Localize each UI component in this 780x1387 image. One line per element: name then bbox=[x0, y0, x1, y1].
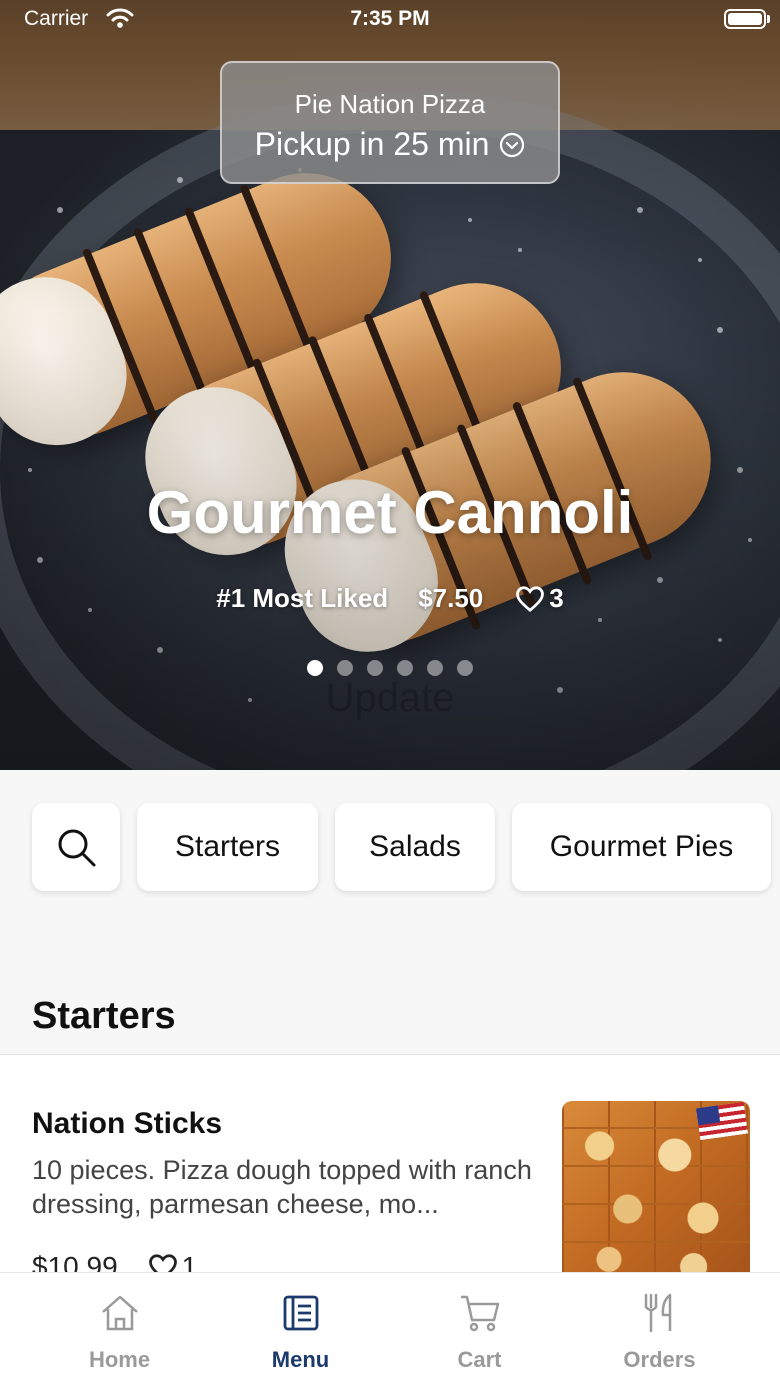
pickup-selector[interactable]: Pie Nation Pizza Pickup in 25 min bbox=[220, 61, 560, 184]
search-icon bbox=[58, 829, 96, 867]
carousel-dot[interactable] bbox=[397, 660, 413, 676]
carousel-dot[interactable] bbox=[367, 660, 383, 676]
menu-item-name: Nation Sticks bbox=[32, 1107, 223, 1140]
category-chip-starters[interactable]: Starters bbox=[137, 803, 318, 891]
search-button[interactable] bbox=[32, 803, 120, 891]
tab-orders[interactable]: Orders bbox=[562, 1291, 757, 1373]
category-chip-salads[interactable]: Salads bbox=[335, 803, 495, 891]
clock: 7:35 PM bbox=[350, 7, 430, 30]
pickup-eta: Pickup in 25 min bbox=[254, 126, 490, 162]
featured-price: $7.50 bbox=[418, 583, 484, 613]
featured-meta: #1 Most Liked $7.50 3 bbox=[0, 583, 780, 614]
carousel-dot[interactable] bbox=[307, 660, 323, 676]
carousel-dot[interactable] bbox=[427, 660, 443, 676]
status-bar: Carrier 7:35 PM bbox=[0, 0, 780, 40]
menu-item-photo bbox=[562, 1101, 750, 1281]
home-icon bbox=[101, 1295, 138, 1331]
heart-icon bbox=[516, 585, 545, 612]
menu-item-description: 10 pieces. Pizza dough topped with ranch… bbox=[32, 1155, 532, 1219]
battery-tip bbox=[767, 15, 770, 23]
cart-icon bbox=[460, 1295, 499, 1332]
american-flag-pick bbox=[696, 1101, 748, 1141]
menu-icon bbox=[283, 1295, 318, 1331]
category-bar: Starters Salads Gourmet Pies bbox=[0, 770, 780, 990]
update-ghost-text: Update bbox=[325, 676, 455, 720]
tab-menu-label: Menu bbox=[271, 1347, 330, 1372]
carousel-dot[interactable] bbox=[337, 660, 353, 676]
tab-home[interactable]: Home bbox=[22, 1291, 217, 1373]
category-chip-gourmet-pies[interactable]: Gourmet Pies bbox=[512, 803, 771, 891]
featured-badge: #1 Most Liked bbox=[216, 583, 389, 613]
carousel-dot[interactable] bbox=[457, 660, 473, 676]
tab-cart[interactable]: Cart bbox=[382, 1291, 577, 1373]
tab-orders-label: Orders bbox=[623, 1347, 696, 1372]
section-title: Starters bbox=[32, 995, 176, 1037]
tab-cart-label: Cart bbox=[457, 1347, 502, 1372]
menu-item-card[interactable]: Nation Sticks 10 pieces. Pizza dough top… bbox=[0, 1055, 780, 1285]
tab-home-label: Home bbox=[88, 1347, 151, 1372]
bottom-tab-bar: Home Menu Cart Orders bbox=[0, 1272, 780, 1387]
tab-menu[interactable]: Menu bbox=[203, 1291, 398, 1373]
pickup-eta-row: Pickup in 25 min bbox=[222, 126, 558, 163]
featured-likes-count: 3 bbox=[549, 583, 564, 613]
featured-title: Gourmet Cannoli bbox=[146, 479, 634, 546]
featured-likes[interactable]: 3 bbox=[515, 583, 564, 614]
store-name: Pie Nation Pizza bbox=[294, 89, 486, 119]
carousel-indicator[interactable] bbox=[0, 660, 780, 676]
utensils-icon bbox=[644, 1293, 671, 1333]
chevron-down-circle-icon bbox=[500, 132, 525, 157]
battery-icon bbox=[724, 9, 766, 29]
